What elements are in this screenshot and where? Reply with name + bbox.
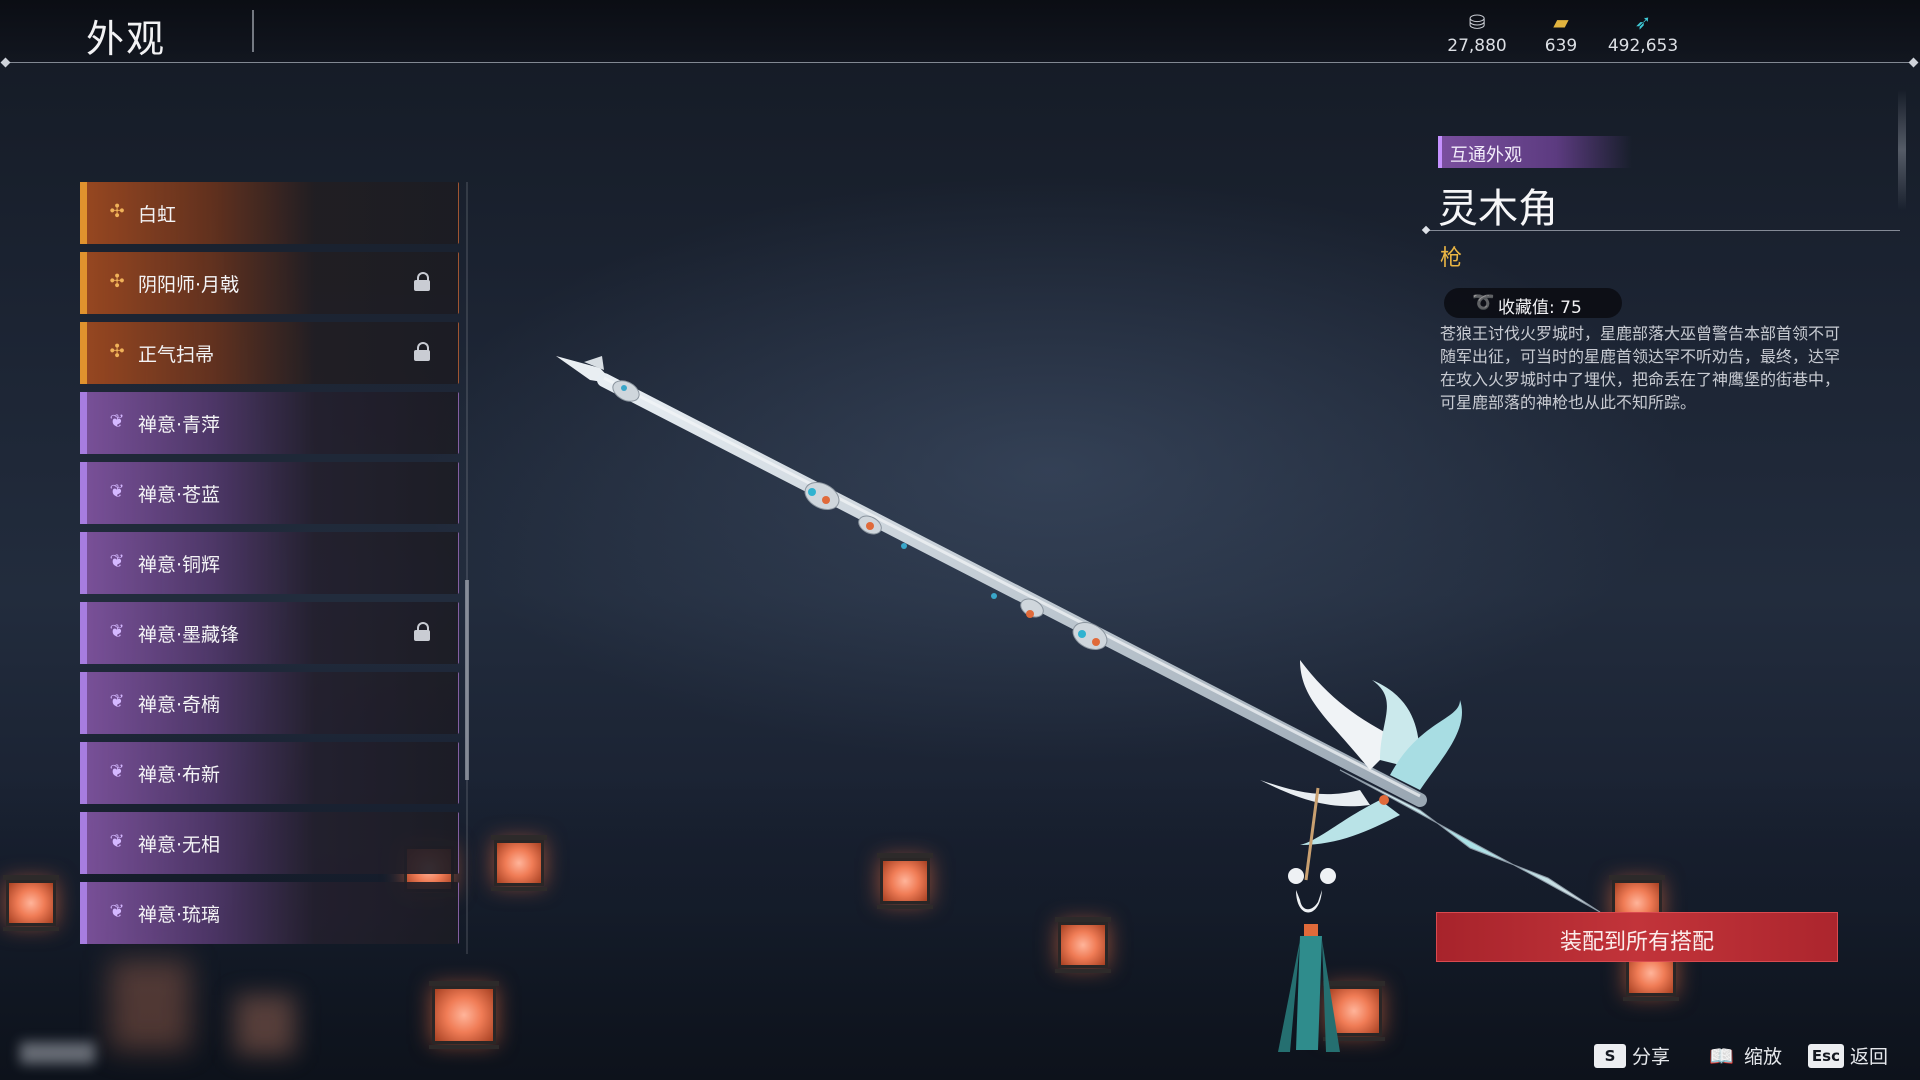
zoom-hint[interactable]: 📖 缩放 (1705, 1042, 1782, 1070)
trefoil-icon: ❦ (109, 551, 125, 572)
rarity-bar (80, 672, 87, 734)
hint-label: 分享 (1631, 1046, 1670, 1068)
rarity-bar (80, 462, 87, 524)
collection-value: 收藏值: 75 (1498, 298, 1582, 318)
trefoil-icon: ❦ (109, 621, 125, 642)
list-scrollbar-thumb[interactable] (465, 580, 469, 780)
skin-item-label: 禅意·苍蓝 (138, 484, 221, 506)
title-separator (252, 10, 254, 52)
skin-list: ✣ 白虹 ✣ 阴阳师·月戟 ✣ 正气扫帚 ❦ 禅意·青萍 ❦ 禅意·苍蓝 ❦ 禅… (80, 182, 460, 952)
gold-ingot-icon: ▰ (1553, 10, 1569, 34)
skin-item-chanyi-tonghui[interactable]: ❦ 禅意·铜辉 (80, 532, 459, 594)
rarity-bar (80, 882, 87, 944)
cross-sparkle-icon: ✣ (109, 341, 125, 362)
weapon-type: 枪 (1440, 246, 1463, 271)
rarity-bar (80, 602, 87, 664)
hint-label: 返回 (1849, 1046, 1888, 1068)
skin-item-label: 正气扫帚 (138, 344, 215, 366)
skin-item-label: 阴阳师·月戟 (138, 274, 240, 296)
currency-value: 27,880 (1447, 36, 1507, 56)
skin-item-chanyi-mocangfeng[interactable]: ❦ 禅意·墨藏锋 (80, 602, 459, 664)
skin-item-baihong[interactable]: ✣ 白虹 (80, 182, 459, 244)
skin-item-chanyi-liuli[interactable]: ❦ 禅意·琉璃 (80, 882, 459, 944)
collection-icon: ➰ (1472, 292, 1495, 313)
rarity-bar (80, 252, 87, 314)
currency-feather: ➶ 492,653 (1598, 10, 1688, 56)
lock-icon (414, 342, 430, 362)
skin-item-label: 白虹 (138, 204, 177, 226)
book-icon: 📖 (1709, 1043, 1734, 1068)
equip-all-button[interactable]: 装配到所有搭配 (1436, 912, 1838, 962)
shared-appearance-tag: 互通外观 (1438, 136, 1632, 168)
key-s: S (1593, 1043, 1626, 1068)
back-hint[interactable]: Esc 返回 (1807, 1042, 1888, 1070)
currency-value: 639 (1544, 36, 1578, 56)
cross-sparkle-icon: ✣ (109, 271, 125, 292)
trefoil-icon: ❦ (109, 831, 125, 852)
item-name: 灵木角 (1438, 186, 1558, 232)
item-description: 苍狼王讨伐火罗城时，星鹿部落大巫曾警告本部首领不可随军出征，可当时的星鹿首领达罕… (1440, 324, 1841, 412)
skin-item-chanyi-qingping[interactable]: ❦ 禅意·青萍 (80, 392, 459, 454)
share-hint[interactable]: S 分享 (1593, 1042, 1670, 1070)
skin-item-label: 禅意·墨藏锋 (138, 624, 240, 646)
skin-item-label: 禅意·铜辉 (138, 554, 221, 576)
rarity-bar (80, 812, 87, 874)
rarity-bar (80, 182, 87, 244)
lock-icon (414, 622, 430, 642)
skin-item-chanyi-wuxiang[interactable]: ❦ 禅意·无相 (80, 812, 459, 874)
skin-item-chanyi-canglan[interactable]: ❦ 禅意·苍蓝 (80, 462, 459, 524)
tag-label: 互通外观 (1450, 145, 1522, 166)
top-divider (6, 62, 1914, 63)
trefoil-icon: ❦ (109, 901, 125, 922)
currency-coins: ⛁ 27,880 (1432, 10, 1522, 56)
name-divider (1426, 230, 1900, 231)
skin-item-chanyi-qinan[interactable]: ❦ 禅意·奇楠 (80, 672, 459, 734)
skin-item-chanyi-buxin[interactable]: ❦ 禅意·布新 (80, 742, 459, 804)
currency-gold: ▰ 639 (1516, 10, 1606, 56)
rarity-bar (80, 532, 87, 594)
rarity-bar (80, 392, 87, 454)
trefoil-icon: ❦ (109, 761, 125, 782)
currency-value: 492,653 (1607, 36, 1679, 56)
lock-icon (414, 272, 430, 292)
skin-item-label: 禅意·青萍 (138, 414, 221, 436)
collection-value-badge: ➰ 收藏值: 75 (1444, 288, 1622, 318)
key-esc: Esc (1807, 1043, 1844, 1068)
page-title: 外观 (86, 17, 167, 61)
skin-item-label: 禅意·琉璃 (138, 904, 221, 926)
skin-item-label: 禅意·布新 (138, 764, 221, 786)
skin-item-label: 禅意·奇楠 (138, 694, 221, 716)
rarity-bar (80, 322, 87, 384)
rarity-bar (80, 742, 87, 804)
cross-sparkle-icon: ✣ (109, 201, 125, 222)
coin-stack-icon: ⛁ (1468, 10, 1486, 34)
list-scrollbar-track[interactable] (466, 182, 468, 954)
skin-item-label: 禅意·无相 (138, 834, 221, 856)
trefoil-icon: ❦ (109, 411, 125, 432)
hint-label: 缩放 (1743, 1046, 1782, 1068)
trefoil-icon: ❦ (109, 481, 125, 502)
feather-icon: ➶ (1634, 10, 1652, 34)
skin-item-yinyangshi-yueji[interactable]: ✣ 阴阳师·月戟 (80, 252, 459, 314)
equip-all-label: 装配到所有搭配 (1559, 930, 1714, 955)
skin-item-zhengqi-saozhou[interactable]: ✣ 正气扫帚 (80, 322, 459, 384)
trefoil-icon: ❦ (109, 691, 125, 712)
side-ornament (1898, 90, 1906, 210)
